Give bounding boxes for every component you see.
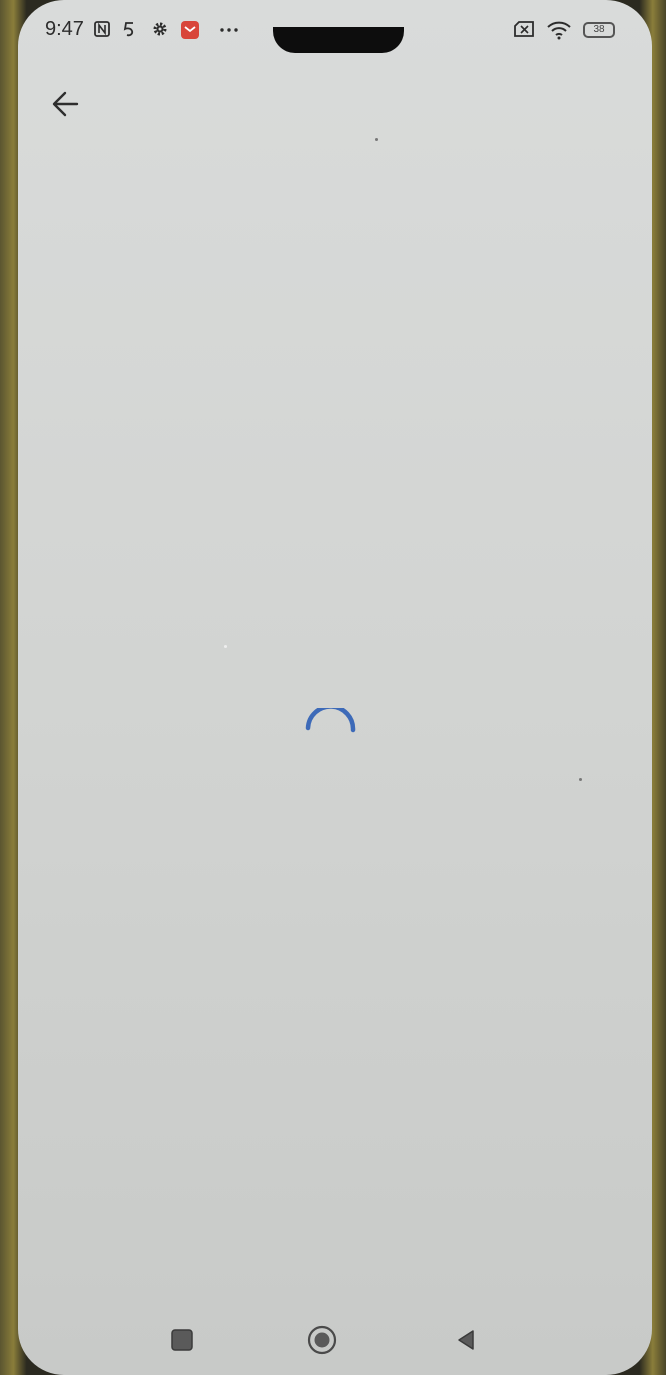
screen-speck	[224, 645, 227, 648]
loading-spinner	[304, 704, 356, 760]
status-time: 9:47	[45, 18, 84, 40]
arrow-left-icon	[52, 91, 79, 117]
triangle-left-icon	[458, 1330, 474, 1350]
phone-frame: 9:47 38	[0, 0, 666, 1375]
back-nav-button[interactable]	[448, 1320, 484, 1360]
camera-notch	[273, 27, 404, 53]
more-dots-icon	[218, 20, 238, 38]
wifi-icon	[546, 20, 572, 40]
home-button[interactable]	[304, 1320, 340, 1360]
nfc-icon	[93, 20, 111, 38]
sim-5-icon	[120, 20, 138, 38]
screen: 9:47 38	[18, 0, 652, 1375]
screen-speck	[375, 138, 378, 141]
mail-app-icon	[180, 20, 199, 39]
battery-icon: 38	[583, 22, 615, 38]
screen-speck	[579, 778, 582, 781]
sim-off-icon	[513, 20, 537, 38]
circle-icon	[307, 1325, 337, 1355]
recents-button[interactable]	[164, 1320, 200, 1360]
gear-icon	[151, 20, 169, 38]
back-button[interactable]	[46, 80, 86, 128]
navigation-bar	[18, 1310, 652, 1370]
square-icon	[171, 1329, 193, 1351]
